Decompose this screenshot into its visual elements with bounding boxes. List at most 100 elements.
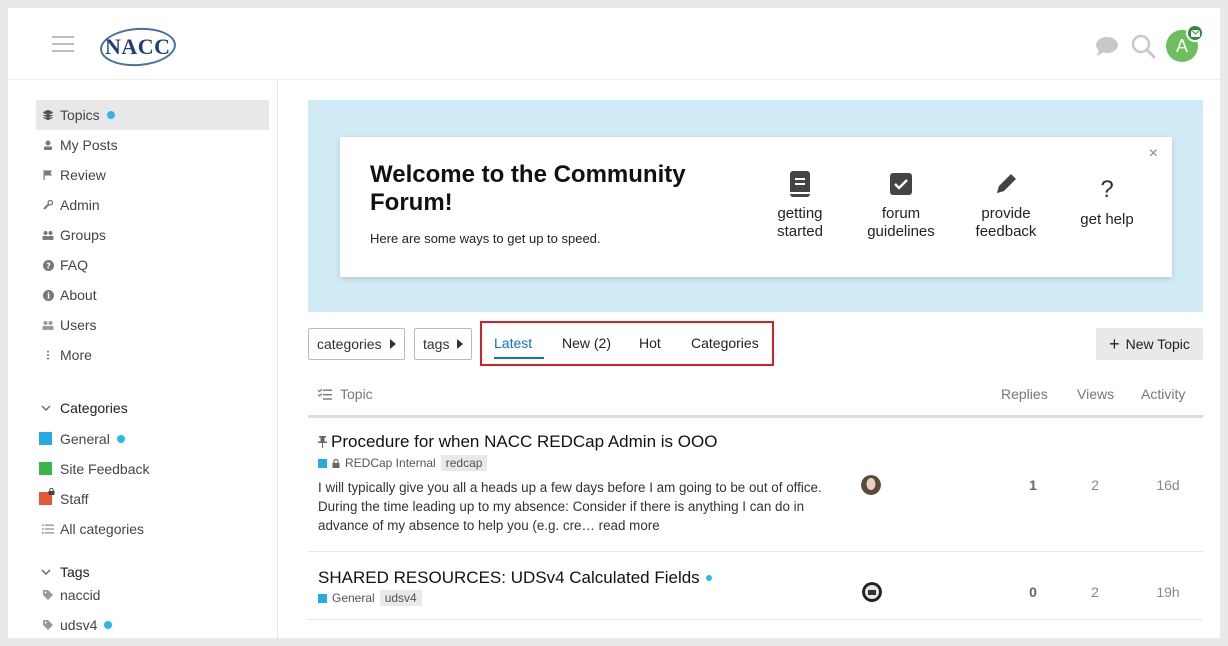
avatar-letter: A [1175,35,1188,56]
pin-icon [318,436,327,448]
link-label: guidelines [867,223,935,240]
topic-tag[interactable]: redcap [440,455,488,471]
bulk-select-icon[interactable] [318,388,332,400]
topic-title-link[interactable]: SHARED RESOURCES: UDSv4 Calculated Field… [318,568,712,588]
welcome-title: Welcome to the Community Forum! [370,161,686,216]
column-label: Topic [340,386,373,402]
replies-column-header[interactable]: Replies [1001,386,1048,402]
hamburger-menu-icon[interactable] [52,36,74,52]
poster-avatar[interactable] [861,475,881,495]
sidebar-item-more[interactable]: More [36,340,269,370]
lock-icon [48,488,55,495]
activity-time[interactable]: 19h [1148,584,1188,600]
pencil-icon [997,174,1016,193]
activity-column-header[interactable]: Activity [1141,386,1185,402]
poster-avatar[interactable] [862,582,882,602]
topic-title-link[interactable]: Procedure for when NACC REDCap Admin is … [318,432,717,452]
site-logo[interactable]: NACC [98,25,178,69]
info-circle-icon: i [42,289,54,301]
tab-new[interactable]: New (2) [562,335,611,351]
sidebar-item-topics[interactable]: Topics [36,100,269,130]
chevron-down-icon [41,569,51,575]
sidebar-item-admin[interactable]: Admin [36,190,269,220]
book-icon [790,171,810,197]
row-divider [308,551,1203,552]
categories-filter-dropdown[interactable]: categories [308,328,405,360]
replies-count[interactable]: 0 [1013,584,1053,600]
category-color-square [39,462,52,475]
logo-text: NACC [105,34,171,59]
get-help-link[interactable]: ? get help [1072,173,1142,229]
svg-text:?: ? [46,261,51,270]
chevron-down-icon [41,405,51,411]
category-color-square [318,593,327,603]
link-label: started [777,223,823,240]
sidebar-category-staff[interactable]: Staff [36,484,269,514]
filter-label: tags [423,336,450,352]
sidebar-all-categories[interactable]: All categories [36,514,269,544]
topic-title: SHARED RESOURCES: UDSv4 Calculated Field… [318,568,700,587]
row-divider [308,619,1203,620]
read-more-link[interactable]: read more [599,518,660,533]
sidebar-tag-udsv4[interactable]: udsv4 [36,610,269,638]
sidebar-item-groups[interactable]: Groups [36,220,269,250]
sidebar-item-label: Topics [60,107,100,123]
sidebar-category-site-feedback[interactable]: Site Feedback [36,454,269,484]
sidebar-item-my-posts[interactable]: My Posts [36,130,269,160]
chat-icon[interactable] [1094,33,1120,59]
forum-guidelines-link[interactable]: forum guidelines [861,167,941,241]
sidebar-tag-naccid[interactable]: naccid [36,580,269,610]
topic-excerpt: I will typically give you all a heads up… [318,478,833,535]
unread-dot [705,575,712,581]
sidebar-item-label: My Posts [60,137,118,153]
categories-section-toggle[interactable]: Categories [40,393,128,423]
layers-icon [42,109,54,121]
user-avatar[interactable]: A [1166,24,1204,62]
views-count: 2 [1091,477,1099,493]
category-link[interactable]: General [332,591,375,605]
tab-categories[interactable]: Categories [691,335,759,351]
sidebar-item-users[interactable]: Users [36,310,269,340]
category-link[interactable]: REDCap Internal [345,456,436,470]
question-icon: ? [1100,176,1114,203]
new-topic-button[interactable]: + New Topic [1096,328,1203,360]
new-topic-label: New Topic [1125,336,1190,352]
app-frame: NACC A Topics My Posts Review Admin Grou… [8,8,1220,638]
link-label: provide [981,205,1031,222]
filter-label: categories [317,336,382,352]
category-color-square [318,458,327,468]
tag-icon [42,589,54,601]
getting-started-link[interactable]: getting started [770,167,830,241]
tab-hot[interactable]: Hot [639,335,661,351]
link-label: feedback [975,223,1037,240]
tags-filter-dropdown[interactable]: tags [414,328,473,360]
search-icon[interactable] [1130,33,1156,59]
sidebar-item-label: Staff [60,491,89,507]
topic-column-header[interactable]: Topic [318,386,373,402]
replies-count[interactable]: 1 [1013,477,1053,493]
provide-feedback-link[interactable]: provide feedback [968,167,1044,241]
header-divider [308,415,1203,418]
header-icons: A [1094,24,1204,64]
tab-latest[interactable]: Latest [494,335,532,351]
activity-time[interactable]: 16d [1148,477,1188,493]
close-icon[interactable]: × [1149,145,1158,163]
sidebar-item-label: naccid [60,587,101,603]
sidebar-item-label: About [60,287,97,303]
active-tab-underline [494,357,544,359]
category-color-square [39,432,52,445]
lock-icon [332,458,340,468]
sidebar-item-label: FAQ [60,257,89,273]
topic-tag[interactable]: udsv4 [379,590,422,606]
topic-meta: General udsv4 [318,590,422,606]
sidebar-item-faq[interactable]: ? FAQ [36,250,269,280]
views-column-header[interactable]: Views [1077,386,1114,402]
welcome-subtitle: Here are some ways to get up to speed. [370,231,601,246]
welcome-card: Welcome to the Community Forum! Here are… [340,137,1172,277]
notification-badge[interactable] [1186,24,1204,42]
excerpt-text: I will typically give you all a heads up… [318,480,822,533]
sidebar-item-label: udsv4 [60,617,98,633]
sidebar-category-general[interactable]: General [36,424,269,454]
sidebar-item-about[interactable]: i About [36,280,269,310]
sidebar-item-review[interactable]: Review [36,160,269,190]
